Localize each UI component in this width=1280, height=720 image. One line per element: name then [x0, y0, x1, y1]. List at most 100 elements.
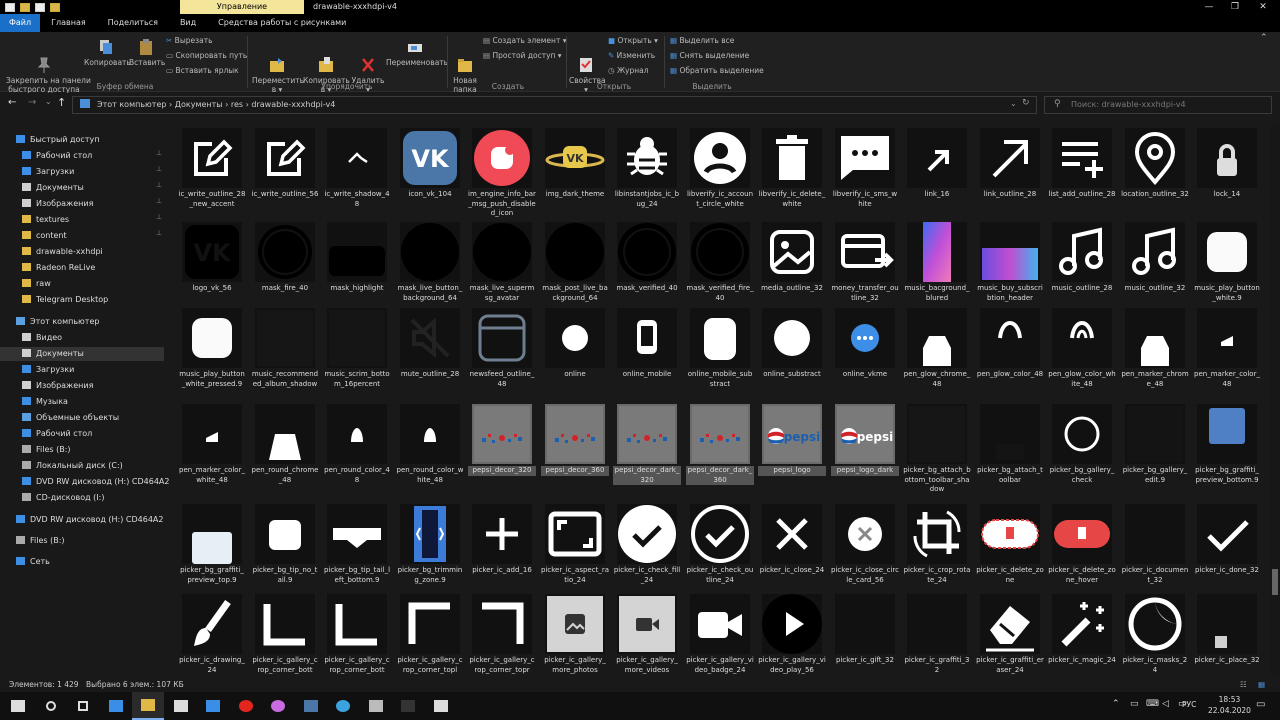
- minimize-button[interactable]: —: [1196, 0, 1222, 14]
- file-item[interactable]: online: [539, 308, 611, 404]
- notifications-icon[interactable]: ▭: [1256, 699, 1265, 710]
- file-item[interactable]: picker_bg_trimming_zone.9: [394, 504, 466, 600]
- up-arrow-icon[interactable]: ↑: [57, 96, 66, 109]
- tab-view[interactable]: Вид: [169, 14, 207, 32]
- nav-item[interactable]: Загрузки: [0, 363, 74, 377]
- file-item[interactable]: picker_ic_graffiti_eraser_24: [974, 594, 1046, 676]
- file-item[interactable]: VK img_dark_theme: [539, 128, 611, 224]
- file-item[interactable]: VK logo_vk_56: [176, 222, 248, 318]
- file-item[interactable]: pepsi_decor_dark_320: [611, 404, 683, 500]
- details-view-icon[interactable]: ☷: [1240, 678, 1247, 692]
- file-item[interactable]: picker_ic_add_16: [466, 504, 538, 600]
- nav-item[interactable]: Видео: [0, 331, 62, 345]
- new-folder-quick-icon[interactable]: [35, 2, 45, 12]
- file-item[interactable]: picker_bg_attach_bottom_toolbar_shadow: [901, 404, 973, 500]
- file-item[interactable]: libverify_ic_delete_white: [756, 128, 828, 224]
- recent-chevron-icon[interactable]: ⌄: [45, 97, 52, 106]
- open-button[interactable]: ■ Открыть ▾: [608, 36, 658, 45]
- file-item[interactable]: pen_marker_color_48: [1191, 308, 1263, 404]
- file-item[interactable]: online_substract: [756, 308, 828, 404]
- nav-item[interactable]: raw: [0, 277, 51, 291]
- file-item[interactable]: link_16: [901, 128, 973, 224]
- mail-icon[interactable]: [197, 692, 229, 720]
- tab-home[interactable]: Главная: [40, 14, 97, 32]
- file-item[interactable]: pen_glow_color_48: [974, 308, 1046, 404]
- file-item[interactable]: ic_write_outline_28_new_accent: [176, 128, 248, 224]
- file-item[interactable]: picker_ic_close_24: [756, 504, 828, 600]
- nav-item[interactable]: Объемные объекты: [0, 411, 119, 425]
- file-item[interactable]: music_buy_subscribtion_header: [974, 222, 1046, 318]
- file-item[interactable]: picker_bg_gallery_check: [1046, 404, 1118, 500]
- file-item[interactable]: mask_highlight: [321, 222, 393, 318]
- file-item[interactable]: ic_write_shadow_48: [321, 128, 393, 224]
- file-item[interactable]: money_transfer_outline_32: [829, 222, 901, 318]
- edge-browser-icon[interactable]: [100, 692, 132, 720]
- notepad-icon[interactable]: [360, 692, 392, 720]
- rename-button[interactable]: Переименовать: [386, 38, 448, 67]
- nav-item[interactable]: DVD RW дисковод (H:) CD464A2: [0, 475, 170, 489]
- cut-button[interactable]: ✂ Вырезать: [166, 36, 213, 45]
- select-all-button[interactable]: ▦ Выделить все: [670, 36, 734, 45]
- file-item[interactable]: picker_ic_document_32: [1119, 504, 1191, 600]
- pin-icon[interactable]: ⊥: [156, 165, 162, 173]
- file-item[interactable]: ic_write_outline_56: [249, 128, 321, 224]
- file-item[interactable]: mask_verified_fire_40: [684, 222, 756, 318]
- file-item[interactable]: online_mobile_substract: [684, 308, 756, 404]
- file-item[interactable]: picker_ic_masks_24: [1119, 594, 1191, 676]
- file-item[interactable]: music_outline_32: [1119, 222, 1191, 318]
- invert-selection-button[interactable]: ▦ Обратить выделение: [670, 66, 764, 75]
- pin-quick-access-button[interactable]: Закрепить на панели быстрого доступа: [6, 38, 91, 94]
- file-item[interactable]: music_play_button_white_pressed.9: [176, 308, 248, 404]
- file-item[interactable]: picker_ic_magic_24: [1046, 594, 1118, 676]
- folder-quick-icon[interactable]: [50, 2, 60, 12]
- file-item[interactable]: picker_ic_done_32: [1191, 504, 1263, 600]
- telegram-icon[interactable]: [327, 692, 359, 720]
- nav-item[interactable]: Быстрый доступ: [0, 133, 99, 147]
- pin-icon[interactable]: ⊥: [156, 229, 162, 237]
- file-item[interactable]: picker_bg_graffiti_preview_top.9: [176, 504, 248, 600]
- tiles-view-icon[interactable]: ▦: [1258, 678, 1265, 692]
- file-item[interactable]: music_bacground_blured: [901, 222, 973, 318]
- file-item[interactable]: pen_round_color_48: [321, 404, 393, 500]
- file-item[interactable]: online_vkme: [829, 308, 901, 404]
- file-item[interactable]: picker_ic_gallery_crop_corner_topr: [466, 594, 538, 676]
- file-item[interactable]: mask_post_live_background_64: [539, 222, 611, 318]
- file-item[interactable]: picker_bg_tip_no_tail.9: [249, 504, 321, 600]
- file-item[interactable]: picker_ic_drawing_24: [176, 594, 248, 676]
- nav-item[interactable]: Files (B:): [0, 443, 71, 457]
- file-item[interactable]: picker_ic_aspect_ratio_24: [539, 504, 611, 600]
- file-item[interactable]: picker_bg_tip_tail_left_bottom.9: [321, 504, 393, 600]
- ribbon-collapse-icon[interactable]: ⌃: [1260, 34, 1268, 43]
- nav-item[interactable]: Документы: [0, 347, 164, 361]
- file-item[interactable]: picker_ic_check_fill_24: [611, 504, 683, 600]
- file-item[interactable]: picker_ic_delete_zone: [974, 504, 1046, 600]
- file-item[interactable]: picker_ic_crop_rotate_24: [901, 504, 973, 600]
- file-item[interactable]: picker_ic_gallery_more_videos: [611, 594, 683, 676]
- nav-item[interactable]: Этот компьютер: [0, 315, 99, 329]
- dropdown-chevron-icon[interactable]: ⌄: [1010, 99, 1017, 108]
- file-item[interactable]: picker_ic_gallery_crop_corner_bott: [321, 594, 393, 676]
- file-item[interactable]: VK icon_vk_104: [394, 128, 466, 224]
- sticker-app-icon[interactable]: [262, 692, 294, 720]
- store-icon[interactable]: [165, 692, 197, 720]
- tab-picture-tools[interactable]: Средства работы с рисунками: [207, 14, 357, 32]
- pin-icon[interactable]: ⊥: [156, 181, 162, 189]
- file-item[interactable]: pen_glow_chrome_48: [901, 308, 973, 404]
- history-button[interactable]: ◷ Журнал: [608, 66, 649, 75]
- file-item[interactable]: pepsi pepsi_logo_dark: [829, 404, 901, 500]
- edit-button[interactable]: ✎ Изменить: [608, 51, 655, 60]
- nav-item[interactable]: Изображения: [0, 197, 93, 211]
- file-item[interactable]: picker_ic_gallery_video_badge_24: [684, 594, 756, 676]
- nav-item[interactable]: DVD RW дисковод (H:) CD464A2: [0, 513, 164, 527]
- nav-item[interactable]: content: [0, 229, 67, 243]
- new-folder-button[interactable]: Новая папка: [451, 38, 479, 94]
- file-item[interactable]: mask_live_button_background_64: [394, 222, 466, 318]
- file-item[interactable]: music_scrim_bottom_16percent: [321, 308, 393, 404]
- file-item[interactable]: im_engine_info_bar_msg_push_disabled_ico…: [466, 128, 538, 224]
- nav-item[interactable]: Локальный диск (C:): [0, 459, 123, 473]
- maximize-button[interactable]: ❐: [1222, 0, 1248, 14]
- file-item[interactable]: pen_marker_color_white_48: [176, 404, 248, 500]
- file-item[interactable]: pen_glow_color_white_48: [1046, 308, 1118, 404]
- file-item[interactable]: media_outline_32: [756, 222, 828, 318]
- nav-item[interactable]: Telegram Desktop: [0, 293, 108, 307]
